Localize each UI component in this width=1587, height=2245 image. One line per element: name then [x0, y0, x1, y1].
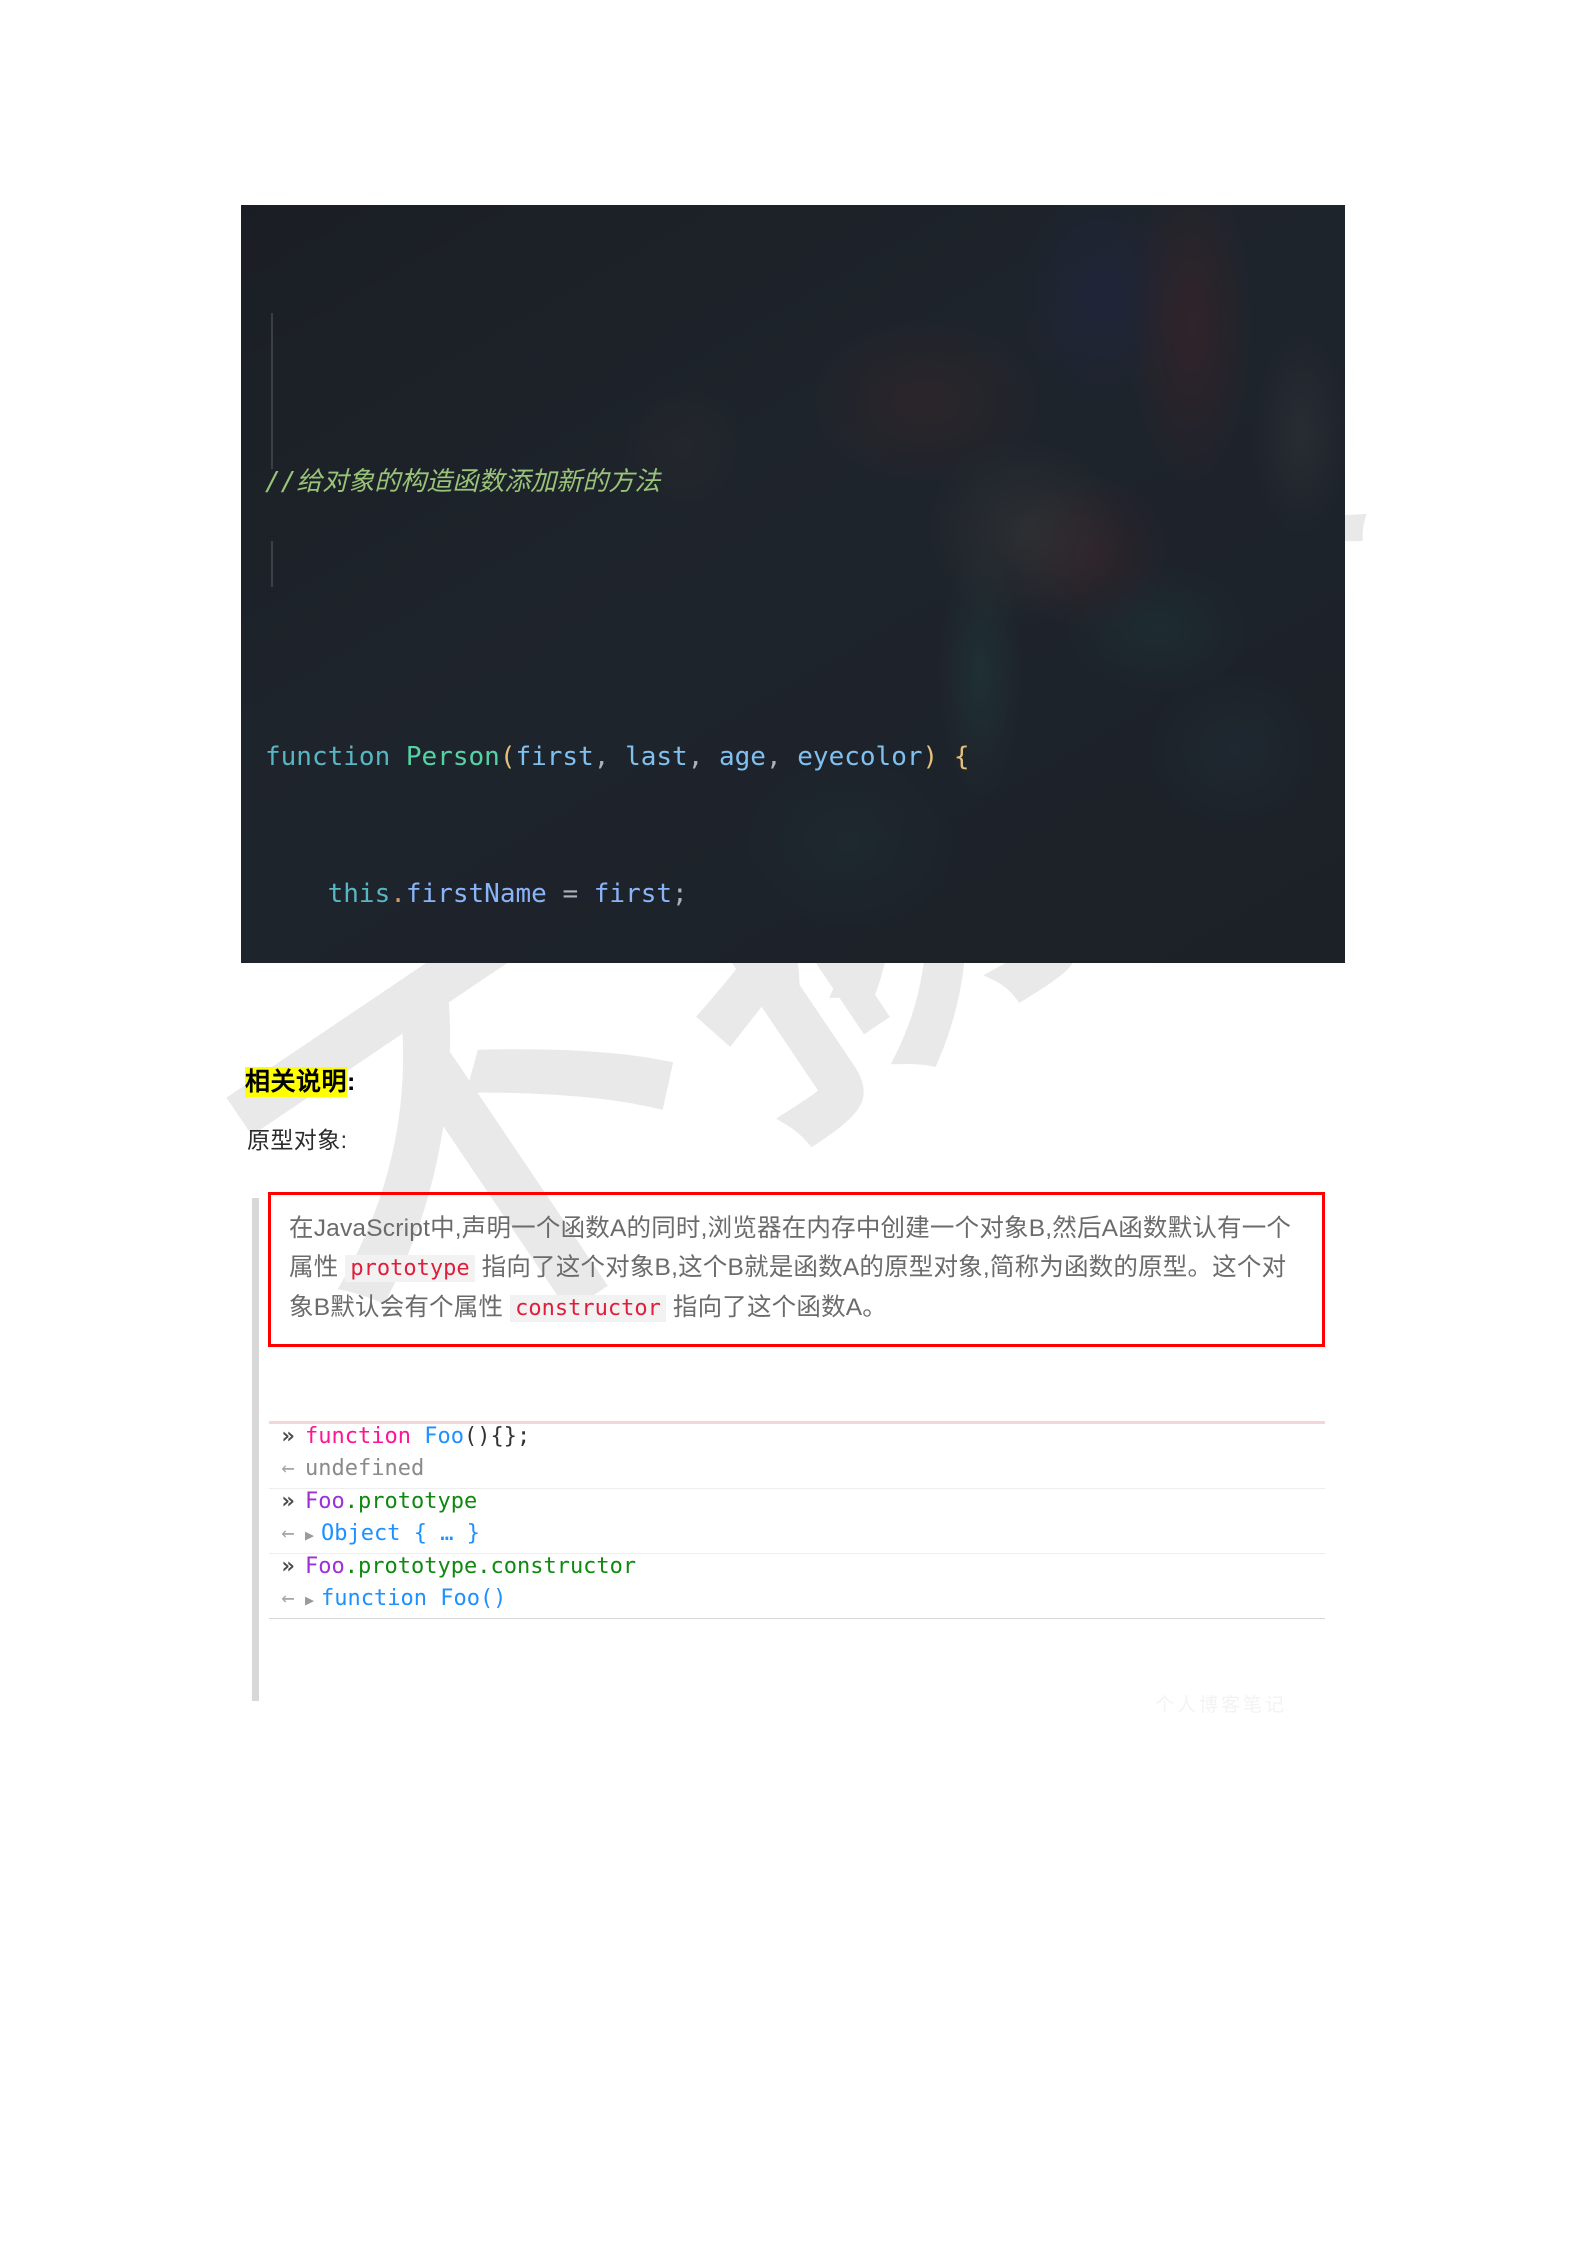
- console-output-arrow-icon: ←: [281, 1456, 295, 1481]
- console-output-arrow-icon: ←: [281, 1586, 295, 1611]
- code-line: function Person(first, last, age, eyecol…: [265, 741, 970, 772]
- console-output-text: function Foo(): [321, 1586, 507, 1611]
- section-heading-highlighted: 相关说明:: [245, 1062, 356, 1098]
- disclosure-triangle-icon[interactable]: ▶: [305, 1591, 321, 1609]
- console-output-row: ← ▶ Object { … }: [269, 1521, 1325, 1553]
- code-line: //给对象的构造函数添加新的方法: [265, 466, 661, 497]
- console-input-arrow-icon: »: [281, 1424, 295, 1449]
- console-output-arrow-icon: ←: [281, 1521, 295, 1546]
- code-lines: //给对象的构造函数添加新的方法 function Person(first, …: [241, 205, 1345, 963]
- console-input-text: Foo.prototype.constructor: [305, 1554, 637, 1579]
- console-input-row: » Foo.prototype.constructor: [269, 1554, 1325, 1586]
- console-input-row: » Foo.prototype: [269, 1489, 1325, 1521]
- console-input-text: Foo.prototype: [305, 1489, 478, 1514]
- document-page: //给对象的构造函数添加新的方法 function Person(first, …: [0, 0, 1587, 2245]
- code-screenshot: //给对象的构造函数添加新的方法 function Person(first, …: [241, 205, 1345, 963]
- indent-guide: [271, 541, 273, 587]
- heading-highlight-text: 相关说明: [245, 1067, 348, 1097]
- code-line: this.firstName = first;: [327, 879, 688, 910]
- note-text: 在JavaScript中,声明一个函数A的同时,浏览器在内存中创建一个对象B,然…: [289, 1209, 1304, 1328]
- console-input-arrow-icon: »: [281, 1554, 295, 1579]
- console-input-arrow-icon: »: [281, 1489, 295, 1514]
- console-output-text: Object { … }: [321, 1521, 480, 1546]
- indent-guide: [271, 313, 273, 469]
- note-code-constructor: constructor: [510, 1295, 666, 1322]
- console-input-row: » function Foo(){};: [269, 1424, 1325, 1456]
- console-output-row: ← undefined: [269, 1456, 1325, 1488]
- console-input-text: function Foo(){};: [305, 1424, 531, 1449]
- devtools-console-screenshot: » function Foo(){}; ← undefined » Foo.pr…: [269, 1421, 1325, 1619]
- heading-colon: :: [347, 1068, 356, 1096]
- console-bottom-border: [269, 1618, 1325, 1619]
- note-box: 在JavaScript中,声明一个函数A的同时,浏览器在内存中创建一个对象B,然…: [268, 1192, 1325, 1347]
- console-output-text: undefined: [305, 1456, 425, 1481]
- note-seg-4: 指向了这个函数A。: [665, 1294, 888, 1321]
- disclosure-triangle-icon[interactable]: ▶: [305, 1526, 321, 1544]
- console-output-row: ← ▶ function Foo(): [269, 1586, 1325, 1618]
- note-code-prototype: prototype: [345, 1255, 475, 1282]
- sub-heading: 原型对象:: [247, 1127, 348, 1153]
- quote-left-bar: [252, 1198, 259, 1701]
